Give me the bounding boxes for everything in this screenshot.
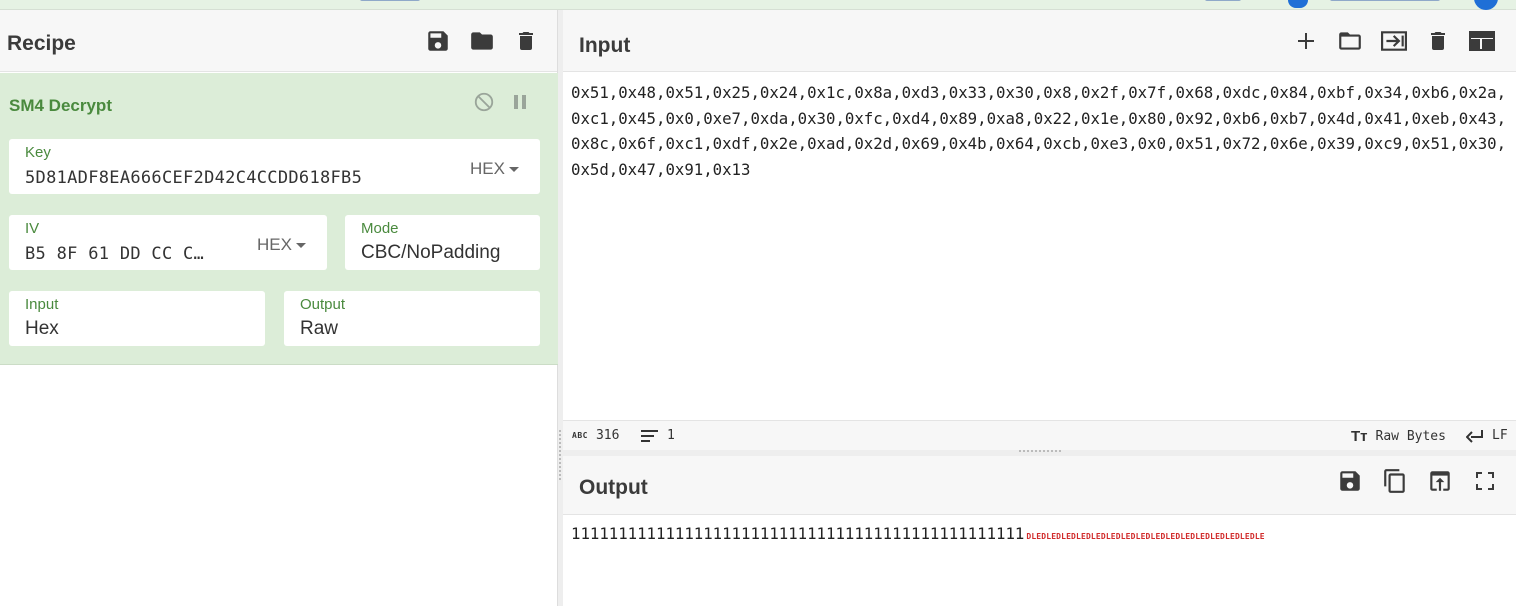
output-panel: Output 111111111111111111111111111111111… <box>563 456 1516 606</box>
output-format-field[interactable]: Output Raw <box>284 291 540 346</box>
recipe-title: Recipe <box>7 32 76 55</box>
length-indicator: ABC 316 <box>572 428 619 443</box>
open-folder-icon[interactable] <box>1335 26 1365 56</box>
length-value: 316 <box>595 428 620 443</box>
operation-title: SM4 Decrypt <box>9 96 112 115</box>
clear-input-icon[interactable] <box>1423 26 1453 56</box>
key-value[interactable]: 5D81ADF8EA666CEF2D42C4CCDD618FB5 <box>25 168 445 188</box>
nav-fragment <box>360 0 420 1</box>
load-recipe-icon[interactable] <box>467 26 497 56</box>
key-format-dropdown[interactable]: HEX <box>470 159 519 179</box>
pause-operation-icon[interactable] <box>508 90 532 114</box>
chevron-down-icon <box>295 242 306 248</box>
eol-value: LF <box>1492 428 1508 443</box>
recipe-header: Recipe <box>0 10 557 72</box>
return-icon <box>1466 429 1483 443</box>
open-file-icon[interactable] <box>1379 26 1409 56</box>
save-recipe-icon[interactable] <box>423 26 453 56</box>
mode-label: Mode <box>361 220 399 237</box>
output-title: Output <box>579 476 648 499</box>
output-textarea[interactable]: 1111111111111111111111111111111111111111… <box>571 524 1265 543</box>
iv-label: IV <box>25 220 40 237</box>
iv-field[interactable]: IV B5 8F 61 DD CC C… HEX <box>9 215 327 270</box>
key-format-label: HEX <box>470 159 505 178</box>
lines-indicator: 1 <box>641 428 675 443</box>
control-chars: DLEDLEDLEDLEDLEDLEDLEDLEDLEDLEDLEDLEDLED… <box>1026 532 1265 541</box>
output-format-value[interactable]: Raw <box>300 318 338 340</box>
chevron-down-icon <box>508 166 519 172</box>
lines-value: 1 <box>667 428 675 443</box>
input-textarea[interactable]: 0x51,0x48,0x51,0x25,0x24,0x1c,0x8a,0xd3,… <box>571 80 1511 182</box>
iv-format-label: HEX <box>257 235 292 254</box>
encoding-value: Raw Bytes <box>1375 429 1446 444</box>
input-status-bar: ABC 316 1 Tт Raw Bytes LF <box>563 420 1516 450</box>
output-header: Output <box>563 456 1516 515</box>
eol-selector[interactable]: LF <box>1466 428 1508 443</box>
info-icon[interactable] <box>1474 0 1498 10</box>
reset-layout-icon[interactable] <box>1467 26 1497 56</box>
lines-icon <box>641 429 658 442</box>
iv-value[interactable]: B5 8F 61 DD CC C… <box>25 244 235 264</box>
input-format-value[interactable]: Hex <box>25 318 59 340</box>
key-label: Key <box>25 144 51 161</box>
text-size-icon: Tт <box>1351 428 1368 445</box>
input-header: Input <box>563 10 1516 72</box>
add-tab-icon[interactable] <box>1291 26 1321 56</box>
recipe-panel: Recipe SM4 Decrypt Key 5D81ADF8EA666CEF2… <box>0 10 558 606</box>
input-format-label: Input <box>25 296 59 313</box>
replace-input-icon[interactable] <box>1425 466 1455 496</box>
input-format-field[interactable]: Input Hex <box>9 291 265 346</box>
input-panel: Input 0x51,0x48,0x51,0x25,0x24,0x1c,0x8a… <box>563 10 1516 450</box>
mode-value[interactable]: CBC/NoPadding <box>361 242 536 264</box>
key-field[interactable]: Key 5D81ADF8EA666CEF2D42C4CCDD618FB5 HEX <box>9 139 540 194</box>
sm4-decrypt-operation[interactable]: SM4 Decrypt Key 5D81ADF8EA666CEF2D42C4CC… <box>0 73 558 365</box>
nav-fragment <box>1330 0 1440 1</box>
disable-operation-icon[interactable] <box>472 90 496 114</box>
nav-fragment <box>1205 0 1241 1</box>
output-format-label: Output <box>300 296 346 313</box>
copy-output-icon[interactable] <box>1380 466 1410 496</box>
save-output-icon[interactable] <box>1335 466 1365 496</box>
input-title: Input <box>579 34 631 57</box>
maximise-icon[interactable] <box>1470 466 1500 496</box>
top-nav-strip <box>0 0 1516 10</box>
encoding-selector[interactable]: Tт Raw Bytes <box>1351 428 1446 445</box>
settings-icon[interactable] <box>1288 0 1308 8</box>
clear-recipe-icon[interactable] <box>511 26 541 56</box>
output-value: 1111111111111111111111111111111111111111… <box>571 524 1025 543</box>
abc-icon: ABC <box>572 431 588 440</box>
mode-field[interactable]: Mode CBC/NoPadding <box>345 215 540 270</box>
iv-format-dropdown[interactable]: HEX <box>257 235 306 255</box>
